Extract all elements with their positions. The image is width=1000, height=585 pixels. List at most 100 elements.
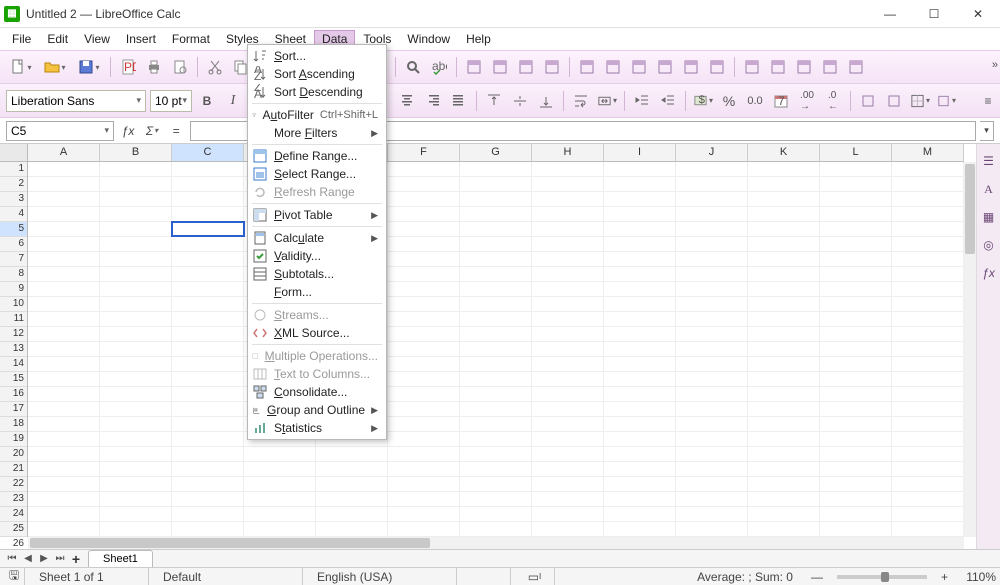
- cell[interactable]: [388, 312, 460, 326]
- cell[interactable]: [892, 432, 964, 446]
- menu-item-consolidate-[interactable]: Consolidate...: [248, 383, 386, 401]
- cell[interactable]: [172, 207, 244, 221]
- cell[interactable]: [892, 327, 964, 341]
- cell[interactable]: [748, 342, 820, 356]
- cell[interactable]: [820, 177, 892, 191]
- align-right-button[interactable]: [422, 90, 444, 112]
- comment-button[interactable]: [741, 56, 763, 78]
- cell[interactable]: [892, 372, 964, 386]
- close-button[interactable]: ✕: [960, 0, 996, 28]
- del-dec-button[interactable]: .0←: [822, 90, 844, 112]
- cell[interactable]: [388, 357, 460, 371]
- cell[interactable]: [388, 207, 460, 221]
- cell[interactable]: [892, 207, 964, 221]
- cell[interactable]: [676, 417, 748, 431]
- cell[interactable]: [748, 282, 820, 296]
- cell[interactable]: [748, 327, 820, 341]
- cell[interactable]: [748, 462, 820, 476]
- equals-button[interactable]: =: [166, 121, 186, 141]
- cell[interactable]: [388, 282, 460, 296]
- cell[interactable]: [28, 312, 100, 326]
- cell[interactable]: [532, 252, 604, 266]
- image-button[interactable]: [602, 56, 624, 78]
- cell[interactable]: [172, 372, 244, 386]
- cell[interactable]: [100, 207, 172, 221]
- cell[interactable]: [820, 357, 892, 371]
- cell[interactable]: [100, 192, 172, 206]
- cell[interactable]: [388, 507, 460, 521]
- cell[interactable]: [748, 267, 820, 281]
- cell[interactable]: [316, 477, 388, 491]
- cell[interactable]: [100, 162, 172, 176]
- spell-button[interactable]: abc: [428, 56, 450, 78]
- border-style-button[interactable]: ▾: [935, 90, 957, 112]
- cell[interactable]: [28, 237, 100, 251]
- cell[interactable]: [532, 222, 604, 236]
- cell[interactable]: [100, 312, 172, 326]
- zoom-thumb[interactable]: [881, 572, 889, 582]
- cell[interactable]: [172, 342, 244, 356]
- cell[interactable]: [820, 192, 892, 206]
- scrollbar-thumb[interactable]: [965, 164, 975, 254]
- italic-button[interactable]: I: [222, 90, 244, 112]
- cell[interactable]: [460, 207, 532, 221]
- cell[interactable]: [748, 357, 820, 371]
- cell[interactable]: [28, 432, 100, 446]
- cell[interactable]: [820, 387, 892, 401]
- cell[interactable]: [172, 477, 244, 491]
- cell[interactable]: [28, 417, 100, 431]
- cell[interactable]: [172, 357, 244, 371]
- cell[interactable]: [28, 297, 100, 311]
- print-button[interactable]: [143, 56, 165, 78]
- cell[interactable]: [604, 342, 676, 356]
- cell[interactable]: [604, 222, 676, 236]
- row-header[interactable]: 21: [0, 462, 27, 477]
- cell[interactable]: [676, 432, 748, 446]
- cell[interactable]: [820, 372, 892, 386]
- cell[interactable]: [388, 462, 460, 476]
- last-sheet-button[interactable]: ⏭: [52, 552, 68, 566]
- cell[interactable]: [532, 507, 604, 521]
- menu-help[interactable]: Help: [458, 30, 499, 48]
- cell[interactable]: [892, 417, 964, 431]
- cell[interactable]: [892, 297, 964, 311]
- horizontal-scrollbar[interactable]: [28, 537, 964, 549]
- sidebar-toggle-icon[interactable]: ≡: [982, 94, 994, 108]
- cell[interactable]: [100, 402, 172, 416]
- next-sheet-button[interactable]: ▶: [36, 552, 52, 566]
- special-button[interactable]: [680, 56, 702, 78]
- font-size-combo[interactable]: 10 pt▾: [150, 90, 192, 112]
- column-header[interactable]: A: [28, 144, 100, 161]
- cell[interactable]: [28, 447, 100, 461]
- cell[interactable]: [748, 177, 820, 191]
- cell[interactable]: [532, 267, 604, 281]
- cell[interactable]: [388, 447, 460, 461]
- column-header[interactable]: B: [100, 144, 172, 161]
- cell[interactable]: [172, 522, 244, 536]
- column-header[interactable]: H: [532, 144, 604, 161]
- cell[interactable]: [460, 297, 532, 311]
- cell[interactable]: [604, 192, 676, 206]
- row-header[interactable]: 14: [0, 357, 27, 372]
- cell[interactable]: [172, 252, 244, 266]
- cell[interactable]: [532, 342, 604, 356]
- cell[interactable]: [388, 522, 460, 536]
- cell[interactable]: [676, 492, 748, 506]
- cell[interactable]: [244, 447, 316, 461]
- cell[interactable]: [676, 222, 748, 236]
- cell[interactable]: [820, 522, 892, 536]
- summary-label[interactable]: Average: ; Sum: 0: [687, 568, 803, 585]
- cell[interactable]: [604, 357, 676, 371]
- row-header[interactable]: 13: [0, 342, 27, 357]
- cell[interactable]: [892, 237, 964, 251]
- split-button[interactable]: [819, 56, 841, 78]
- print-preview-button[interactable]: [169, 56, 191, 78]
- cell[interactable]: [820, 342, 892, 356]
- cell[interactable]: [28, 252, 100, 266]
- borders-button[interactable]: ▾: [909, 90, 931, 112]
- cell[interactable]: [460, 357, 532, 371]
- cell[interactable]: [172, 417, 244, 431]
- cell[interactable]: [604, 432, 676, 446]
- cell[interactable]: [532, 432, 604, 446]
- cell[interactable]: [172, 327, 244, 341]
